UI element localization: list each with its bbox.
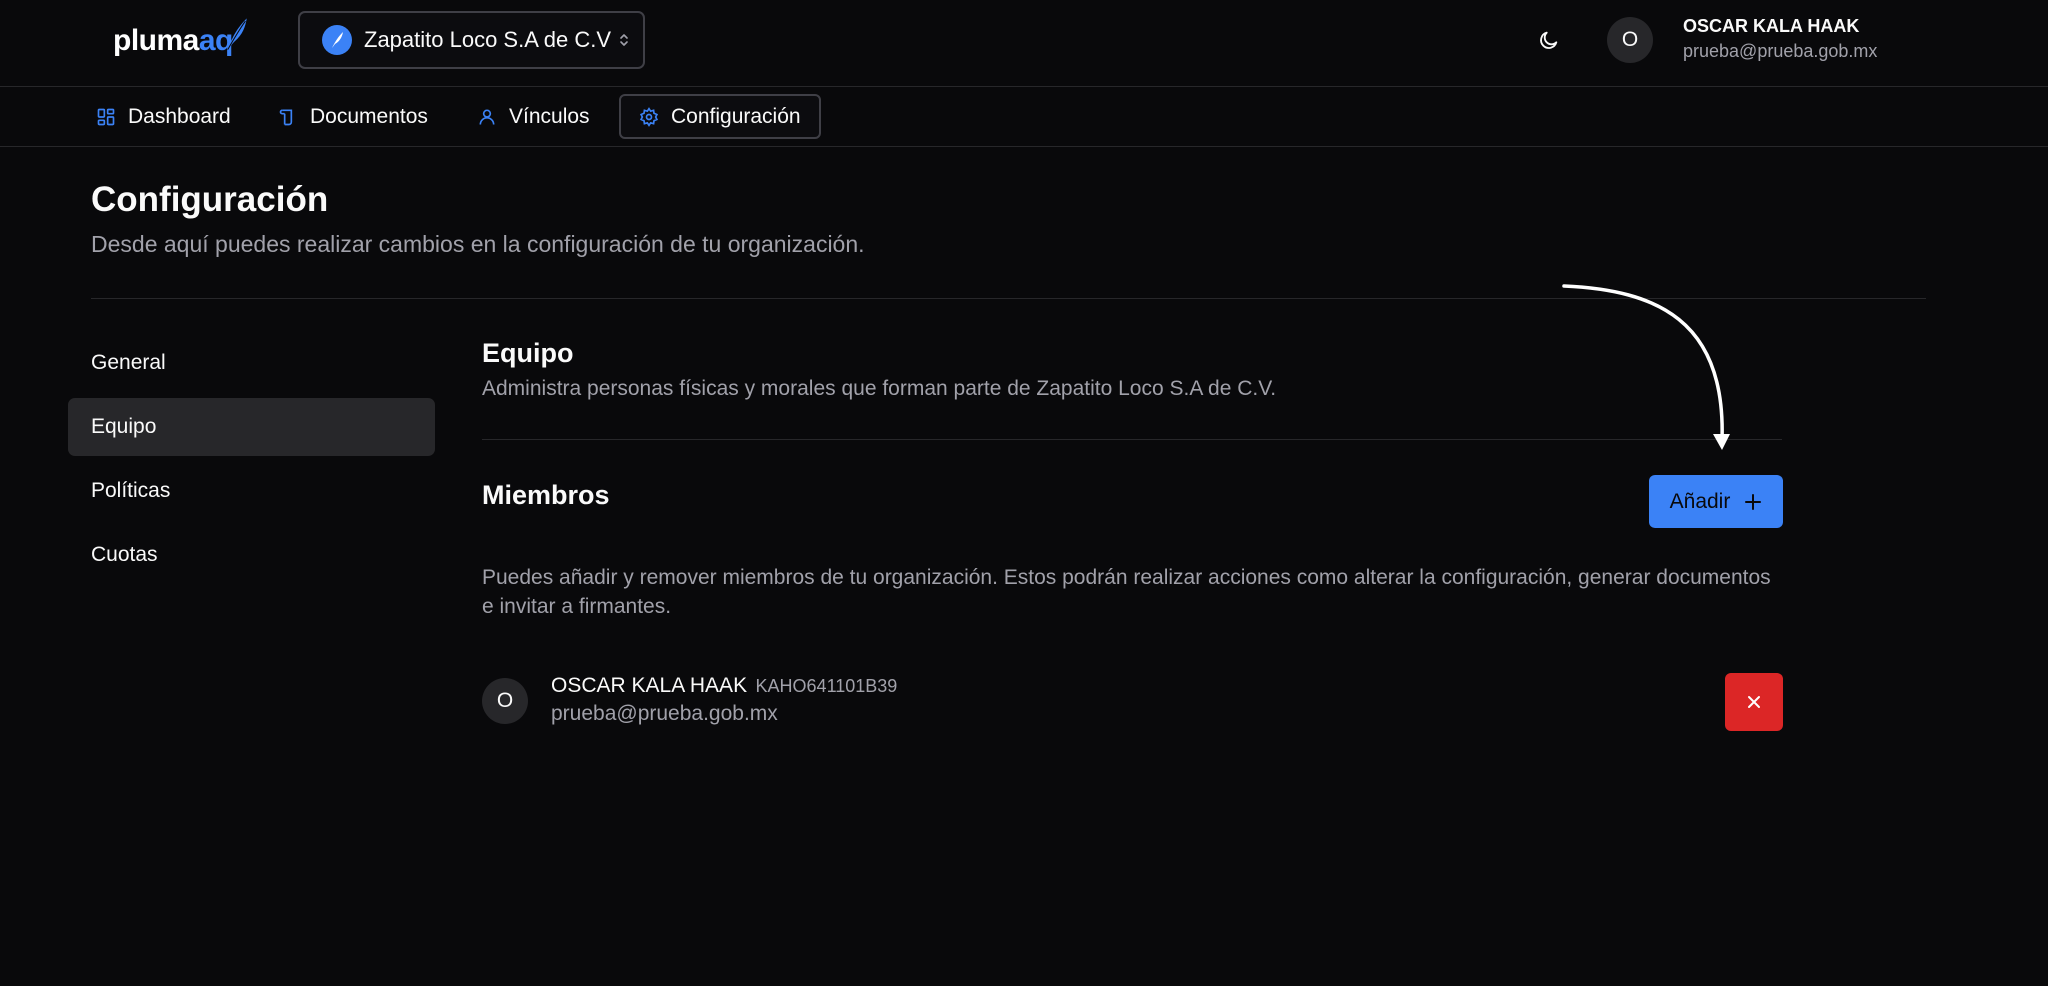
remove-member-button[interactable] [1725, 673, 1783, 731]
nav-configuracion[interactable]: Configuración [619, 94, 821, 139]
documents-icon [279, 109, 293, 125]
user-name: OSCAR KALA HAAK [1683, 16, 1860, 36]
add-member-label: Añadir [1669, 489, 1731, 513]
section-title: Equipo [482, 338, 574, 368]
organization-switcher[interactable]: Zapatito Loco S.A de C.V [298, 11, 645, 69]
chevron-updown-icon [620, 34, 628, 46]
sidebar-item-equipo[interactable]: Equipo [68, 398, 435, 456]
nav-vinculos-label: Vínculos [509, 104, 590, 128]
nav-documentos-label: Documentos [310, 104, 428, 128]
member-email: prueba@prueba.gob.mx [551, 702, 778, 725]
members-description: Puedes añadir y remover miembros de tu o… [482, 566, 1771, 618]
member-avatar: O [482, 678, 528, 724]
gear-icon [639, 106, 659, 127]
main-nav: Dashboard Documentos Vínculos Configurac… [0, 87, 2048, 147]
sidebar-item-cuotas[interactable]: Cuotas [68, 526, 435, 584]
nav-documentos[interactable]: Documentos [260, 94, 446, 139]
user-email: prueba@prueba.gob.mx [1683, 41, 1878, 61]
page-title: Configuración [91, 180, 329, 219]
close-icon [1748, 696, 1760, 708]
user-info[interactable]: OSCAR KALA HAAK prueba@prueba.gob.mx [1683, 16, 1877, 62]
user-avatar[interactable]: O [1607, 17, 1653, 63]
user-icon [479, 109, 495, 125]
nav-configuracion-label: Configuración [671, 104, 801, 128]
plus-icon [1745, 493, 1762, 510]
dashboard-icon [97, 108, 115, 125]
annotation-arrow [1562, 284, 1730, 450]
org-feather-icon [322, 25, 352, 55]
section-subtitle: Administra personas físicas y morales qu… [482, 377, 1277, 400]
page-subtitle: Desde aquí puedes realizar cambios en la… [91, 231, 865, 257]
add-member-button[interactable]: Añadir [1649, 475, 1783, 528]
nav-vinculos[interactable]: Vínculos [459, 94, 608, 139]
member-info: OSCAR KALA HAAK KAHO641101B39 prueba@pru… [551, 674, 897, 726]
moon-icon [1540, 31, 1558, 49]
org-name: Zapatito Loco S.A de C.V [364, 27, 612, 52]
top-bar: plumaaq Zapatito Loco S.A de C.V O OSCAR… [0, 0, 2048, 87]
sidebar-item-general[interactable]: General [68, 334, 435, 392]
theme-toggle-button[interactable] [1533, 24, 1565, 56]
logo-text: plumaaq [113, 24, 233, 57]
member-rfc: KAHO641101B39 [755, 676, 898, 696]
sidebar-item-politicas[interactable]: Políticas [68, 462, 435, 520]
nav-dashboard-label: Dashboard [128, 104, 231, 128]
nav-dashboard[interactable]: Dashboard [78, 94, 249, 139]
feather-icon [227, 18, 247, 50]
members-title: Miembros [482, 480, 610, 510]
member-name: OSCAR KALA HAAK [551, 674, 748, 697]
plumaaq-logo[interactable]: plumaaq [113, 14, 248, 68]
